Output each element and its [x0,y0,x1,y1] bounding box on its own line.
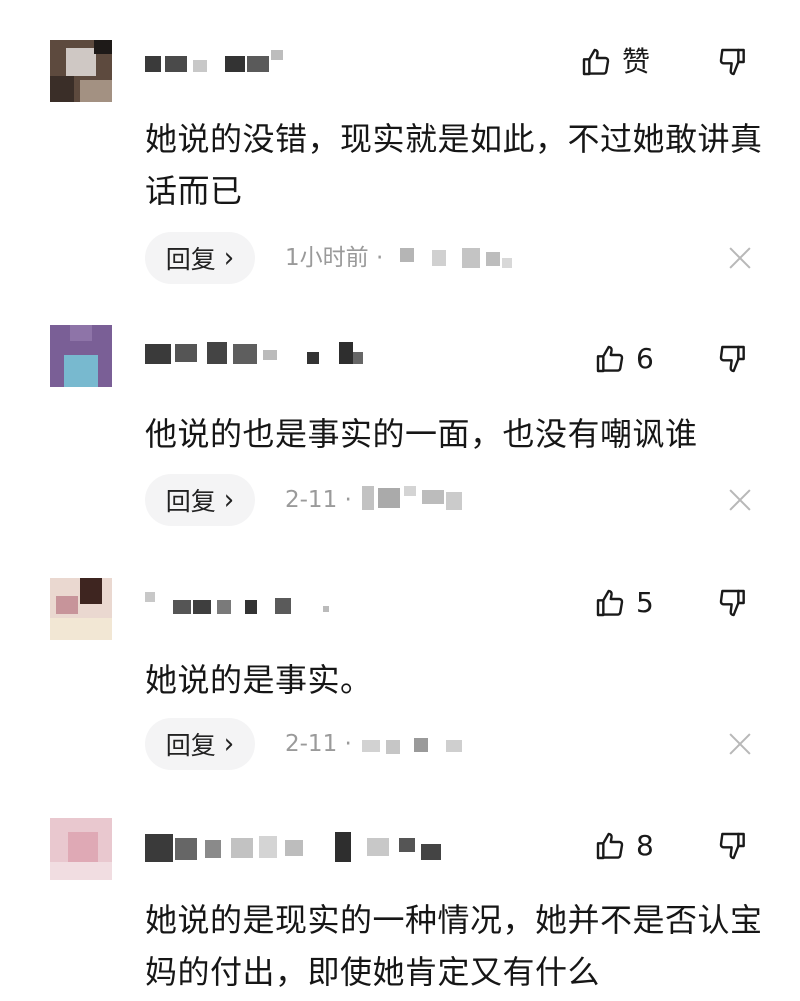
thumbs-up-icon [596,832,624,860]
thumbs-down-icon[interactable] [717,343,749,375]
close-icon[interactable] [728,732,752,756]
thumbs-up-icon [596,345,624,373]
like-button[interactable]: 5 [594,587,654,619]
reply-label: 回复 [165,487,216,516]
location-redacted [400,246,515,270]
like-button[interactable]: 8 [594,830,654,862]
chevron-right-icon: › [223,241,235,275]
comment-time: 1小时前 · [285,245,384,271]
reply-button[interactable]: 回复 › [145,474,255,526]
close-icon[interactable] [728,488,752,512]
like-button[interactable]: 赞 [580,46,650,78]
thumbs-up-icon [596,589,624,617]
avatar[interactable] [50,40,112,102]
comment-2: 6 他说的也是事实的一面，也没有嘲讽谁 回复 › 2-11 · [0,290,800,540]
thumbs-down-icon[interactable] [717,830,749,862]
username-redacted[interactable] [145,340,375,368]
chevron-right-icon: › [223,727,235,761]
avatar[interactable] [50,818,112,880]
reply-label: 回复 [165,245,216,274]
comment-1: 赞 她说的没错，现实就是如此，不过她敢讲真话而已 回复 › 1小时前 · [0,0,800,290]
avatar[interactable] [50,325,112,387]
like-count: 6 [636,342,654,375]
like-count: 8 [636,829,654,862]
comment-3: 5 她说的是事实。 回复 › 2-11 · [0,540,800,790]
like-count: 5 [636,586,654,619]
close-icon[interactable] [728,246,752,270]
reply-button[interactable]: 回复 › [145,232,255,284]
comment-4: 8 她说的是现实的一种情况，她并不是否认宝妈的付出，即使她肯定又有什么 [0,790,800,1001]
avatar[interactable] [50,578,112,640]
username-redacted[interactable] [145,50,295,78]
comment-time: 2-11 · [285,731,352,757]
comment-text: 他说的也是事实的一面，也没有嘲讽谁 [145,415,698,453]
like-count: 赞 [622,45,651,78]
comment-text: 她说的是事实。 [145,661,373,699]
chevron-right-icon: › [223,483,235,517]
username-redacted[interactable] [145,592,335,620]
like-button[interactable]: 6 [594,343,654,375]
location-redacted [362,734,467,758]
reply-button[interactable]: 回复 › [145,718,255,770]
comment-text: 她说的是现实的一种情况，她并不是否认宝妈的付出，即使她肯定又有什么 [145,901,763,991]
thumbs-up-icon [582,48,610,76]
reply-label: 回复 [165,731,216,760]
comment-text: 她说的没错，现实就是如此，不过她敢讲真话而已 [145,120,763,210]
comment-time: 2-11 · [285,487,352,513]
location-redacted [362,486,467,510]
thumbs-down-icon[interactable] [717,46,749,78]
username-redacted[interactable] [145,832,455,862]
thumbs-down-icon[interactable] [717,587,749,619]
